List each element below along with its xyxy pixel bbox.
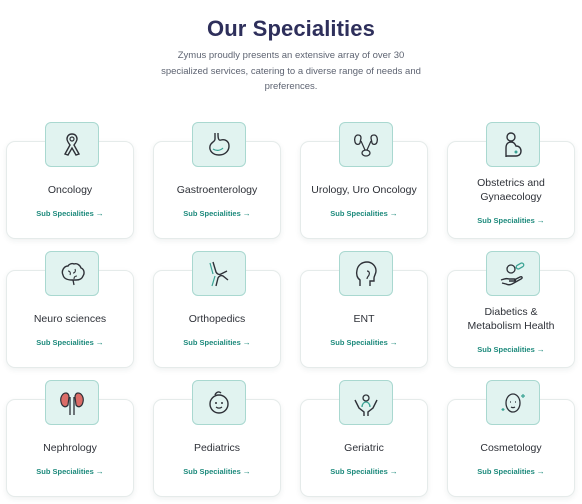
- page-subtitle: Zymus proudly presents an extensive arra…: [161, 50, 421, 92]
- arrow-right-icon: →: [389, 338, 398, 347]
- sub-specialities-link[interactable]: Sub Specialities →: [7, 467, 133, 476]
- sub-specialities-link[interactable]: Sub Specialities →: [7, 338, 133, 347]
- speciality-name: Nephrology: [43, 442, 97, 454]
- sub-specialities-label: Sub Specialities: [330, 467, 388, 476]
- speciality-name: Obstetrics and Gynaecology: [477, 177, 545, 203]
- arrow-right-icon: →: [95, 338, 104, 347]
- brain-icon: [45, 251, 99, 296]
- sub-specialities-link[interactable]: Sub Specialities →: [448, 467, 574, 476]
- sub-specialities-label: Sub Specialities: [36, 338, 94, 347]
- stomach-icon: [192, 122, 246, 167]
- arrow-right-icon: →: [95, 209, 104, 218]
- sub-specialities-label: Sub Specialities: [330, 209, 388, 218]
- knee-joint-icon: [192, 251, 246, 296]
- face-sparkle-icon: [486, 380, 540, 425]
- arrow-right-icon: →: [242, 209, 251, 218]
- arrow-right-icon: →: [242, 467, 251, 476]
- sub-specialities-label: Sub Specialities: [183, 209, 241, 218]
- arrow-right-icon: →: [389, 467, 398, 476]
- arrow-right-icon: →: [95, 467, 104, 476]
- ribbon-icon: [45, 122, 99, 167]
- speciality-name: Oncology: [47, 184, 93, 196]
- hand-pills-icon: [486, 251, 540, 296]
- sub-specialities-label: Sub Specialities: [330, 338, 388, 347]
- baby-icon: [192, 380, 246, 425]
- speciality-card[interactable]: Obstetrics and Gynaecology Sub Specialiti…: [447, 122, 575, 239]
- sub-specialities-link[interactable]: Sub Specialities →: [154, 338, 280, 347]
- arrow-right-icon: →: [242, 338, 251, 347]
- sub-specialities-link[interactable]: Sub Specialities →: [448, 345, 574, 354]
- hands-care-icon: [339, 380, 393, 425]
- kidney-bladder-icon: [339, 122, 393, 167]
- sub-specialities-link[interactable]: Sub Specialities →: [301, 467, 427, 476]
- sub-specialities-label: Sub Specialities: [36, 209, 94, 218]
- speciality-card[interactable]: Geriatric Sub Specialities →: [300, 380, 428, 497]
- arrow-right-icon: →: [389, 209, 398, 218]
- pregnant-woman-icon: [486, 122, 540, 167]
- speciality-card[interactable]: Cosmetology Sub Specialities →: [447, 380, 575, 497]
- speciality-name: Geriatric: [344, 442, 384, 454]
- speciality-name: Urology, Uro Oncology: [311, 184, 417, 196]
- sub-specialities-label: Sub Specialities: [36, 467, 94, 476]
- sub-specialities-link[interactable]: Sub Specialities →: [448, 216, 574, 225]
- head-ear-icon: [339, 251, 393, 296]
- sub-specialities-link[interactable]: Sub Specialities →: [301, 338, 427, 347]
- arrow-right-icon: →: [536, 345, 545, 354]
- speciality-card[interactable]: Nephrology Sub Specialities →: [6, 380, 134, 497]
- speciality-card[interactable]: Diabetics & Metabolism Health Sub Special…: [447, 251, 575, 368]
- speciality-card[interactable]: Gastroenterology Sub Specialities →: [153, 122, 281, 239]
- speciality-card[interactable]: Neuro sciences Sub Specialities →: [6, 251, 134, 368]
- speciality-name: ENT: [353, 313, 375, 325]
- speciality-name: Pediatrics: [193, 442, 241, 454]
- page-title: Our Specialities: [207, 16, 375, 41]
- speciality-name: Diabetics & Metabolism Health: [467, 306, 555, 332]
- sub-specialities-label: Sub Specialities: [183, 338, 241, 347]
- sub-specialities-link[interactable]: Sub Specialities →: [154, 209, 280, 218]
- speciality-name: Orthopedics: [188, 313, 246, 325]
- sub-specialities-label: Sub Specialities: [183, 467, 241, 476]
- speciality-name: Neuro sciences: [33, 313, 107, 325]
- speciality-name: Cosmetology: [480, 442, 542, 454]
- sub-specialities-link[interactable]: Sub Specialities →: [301, 209, 427, 218]
- speciality-card[interactable]: ENT Sub Specialities →: [300, 251, 428, 368]
- sub-specialities-label: Sub Specialities: [477, 467, 535, 476]
- sub-specialities-link[interactable]: Sub Specialities →: [154, 467, 280, 476]
- sub-specialities-label: Sub Specialities: [477, 345, 535, 354]
- kidneys-icon: [45, 380, 99, 425]
- speciality-card[interactable]: Oncology Sub Specialities →: [6, 122, 134, 239]
- arrow-right-icon: →: [536, 216, 545, 225]
- arrow-right-icon: →: [536, 467, 545, 476]
- speciality-card[interactable]: Pediatrics Sub Specialities →: [153, 380, 281, 497]
- sub-specialities-link[interactable]: Sub Specialities →: [7, 209, 133, 218]
- sub-specialities-label: Sub Specialities: [477, 216, 535, 225]
- speciality-name: Gastroenterology: [176, 184, 258, 196]
- speciality-card[interactable]: Orthopedics Sub Specialities →: [153, 251, 281, 368]
- speciality-card[interactable]: Urology, Uro Oncology Sub Specialities →: [300, 122, 428, 239]
